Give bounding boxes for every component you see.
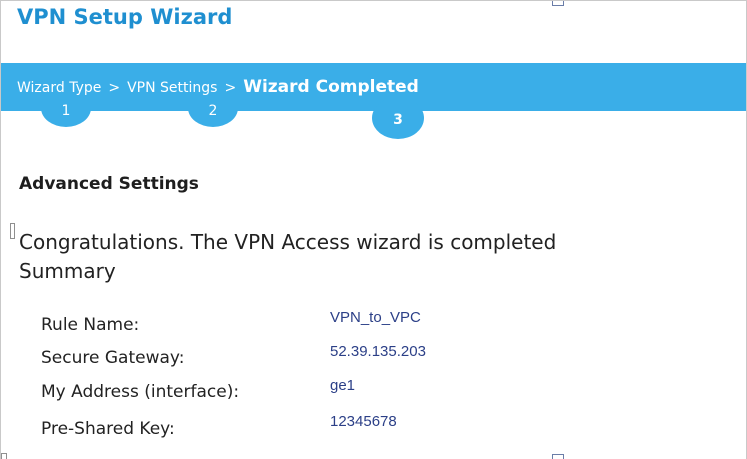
secure-gateway-value: 52.39.135.203 bbox=[330, 343, 426, 360]
breadcrumb-wizard-type: Wizard Type bbox=[17, 80, 102, 96]
secure-gateway-label: Secure Gateway: bbox=[41, 348, 185, 368]
rule-name-label: Rule Name: bbox=[41, 315, 140, 335]
resize-handle-left[interactable] bbox=[10, 223, 15, 239]
step-number: 3 bbox=[393, 112, 403, 128]
step-indicator-3-current: 3 bbox=[372, 97, 424, 139]
wizard-breadcrumb: Wizard Type > VPN Settings > Wizard Complete… bbox=[17, 77, 419, 97]
step-number: 1 bbox=[61, 103, 71, 119]
resize-handle-bottom[interactable] bbox=[552, 454, 564, 459]
advanced-settings-heading: Advanced Settings bbox=[19, 174, 199, 194]
vpn-wizard-window: VPN Setup Wizard 1 2 3 Wizard Type > VPN S… bbox=[0, 0, 747, 459]
pre-shared-key-label: Pre-Shared Key: bbox=[41, 419, 175, 439]
rule-name-value: VPN_to_VPC bbox=[330, 309, 421, 326]
breadcrumb-separator: > bbox=[108, 80, 121, 96]
step-number: 2 bbox=[208, 103, 218, 119]
resize-handle-bottom-left[interactable] bbox=[1, 453, 7, 459]
summary-heading: Summary bbox=[19, 259, 116, 283]
my-address-label: My Address (interface): bbox=[41, 382, 240, 402]
breadcrumb-wizard-completed: Wizard Completed bbox=[243, 77, 419, 97]
resize-handle-top[interactable] bbox=[552, 1, 564, 6]
breadcrumb-vpn-settings: VPN Settings bbox=[127, 80, 218, 96]
wizard-title: VPN Setup Wizard bbox=[17, 5, 233, 29]
my-address-value: ge1 bbox=[330, 377, 356, 394]
completion-message: Congratulations. The VPN Access wizard i… bbox=[19, 230, 557, 254]
breadcrumb-separator: > bbox=[224, 80, 237, 96]
pre-shared-key-value: 12345678 bbox=[330, 413, 397, 430]
